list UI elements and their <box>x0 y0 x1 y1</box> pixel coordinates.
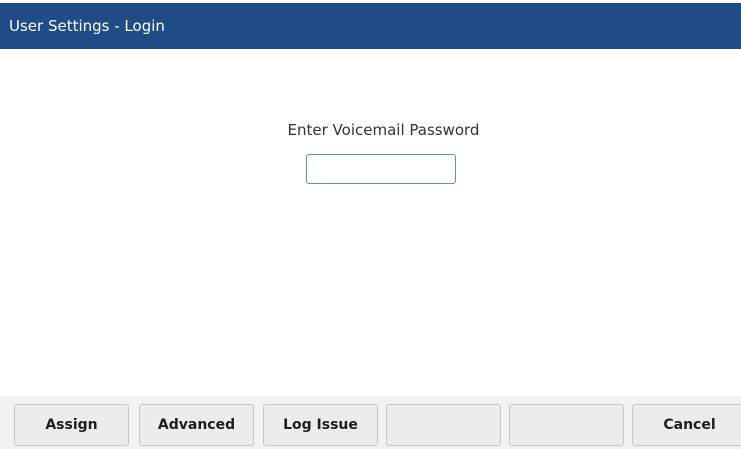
title-bar: User Settings - Login <box>0 3 741 49</box>
advanced-button[interactable]: Advanced <box>139 404 254 446</box>
page-title: User Settings - Login <box>9 17 165 35</box>
voicemail-password-input[interactable] <box>306 154 456 184</box>
cancel-button[interactable]: Cancel <box>632 404 741 446</box>
softkey-blank-4[interactable] <box>386 404 501 446</box>
softkey-blank-5[interactable] <box>509 404 624 446</box>
log-issue-button[interactable]: Log Issue <box>263 404 378 446</box>
assign-button[interactable]: Assign <box>14 404 129 446</box>
password-prompt-label: Enter Voicemail Password <box>287 121 480 139</box>
